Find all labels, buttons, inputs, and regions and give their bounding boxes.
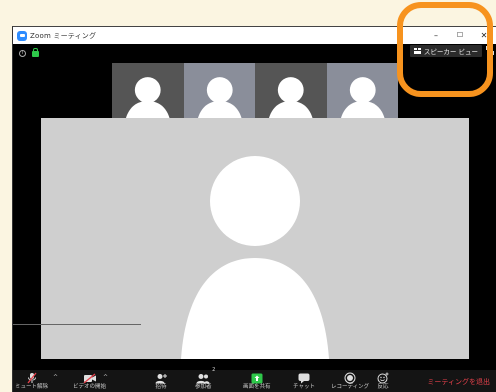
meeting-info-row: i <box>19 48 39 58</box>
meeting-toolbar: ミュート解除 ^ ビデオの開始 ^ 招待 2 参加者 画面を共有 チャット レコ… <box>13 367 496 392</box>
invite-label: 招待 <box>155 384 167 390</box>
add-person-icon <box>155 374 167 384</box>
start-video-button[interactable]: ビデオの開始 <box>73 372 106 391</box>
video-camera-off-icon <box>83 373 96 384</box>
chat-label: チャット <box>293 384 315 390</box>
reactions-label: 反応 <box>377 384 389 390</box>
share-screen-button[interactable]: 画面を共有 <box>243 372 271 391</box>
lock-icon[interactable] <box>32 48 39 57</box>
audio-options-chevron-icon[interactable]: ^ <box>53 374 58 381</box>
reactions-button[interactable]: 反応 <box>377 372 389 391</box>
record-label: レコーディング <box>331 384 370 390</box>
chat-button[interactable]: チャット <box>293 372 315 391</box>
share-screen-label: 画面を共有 <box>243 384 271 390</box>
microphone-muted-icon <box>26 372 37 384</box>
share-screen-icon <box>251 373 263 384</box>
invite-button[interactable]: 招待 <box>155 372 167 391</box>
speaker-avatar-icon <box>181 156 329 359</box>
window-title: Zoom ミーティング <box>30 31 97 40</box>
active-speaker-video[interactable] <box>41 118 469 359</box>
record-icon <box>344 372 356 384</box>
video-options-chevron-icon[interactable]: ^ <box>103 374 108 381</box>
participants-count: 2 <box>212 367 216 373</box>
participants-icon <box>196 374 210 384</box>
chat-bubble-icon <box>298 373 310 384</box>
unmute-label: ミュート解除 <box>15 384 49 390</box>
smiley-plus-icon <box>377 372 389 384</box>
participants-label: 参加者 <box>195 384 212 390</box>
participants-button[interactable]: 2 参加者 <box>195 367 215 391</box>
highlight-annotation-circle <box>397 2 493 97</box>
zoom-logo-icon <box>17 30 27 41</box>
start-video-label: ビデオの開始 <box>73 384 107 390</box>
info-icon[interactable]: i <box>19 49 26 57</box>
leave-meeting-button[interactable]: ミーティングを退出 <box>427 377 490 387</box>
record-button[interactable]: レコーディング <box>331 372 369 391</box>
unmute-button[interactable]: ミュート解除 <box>15 372 48 391</box>
